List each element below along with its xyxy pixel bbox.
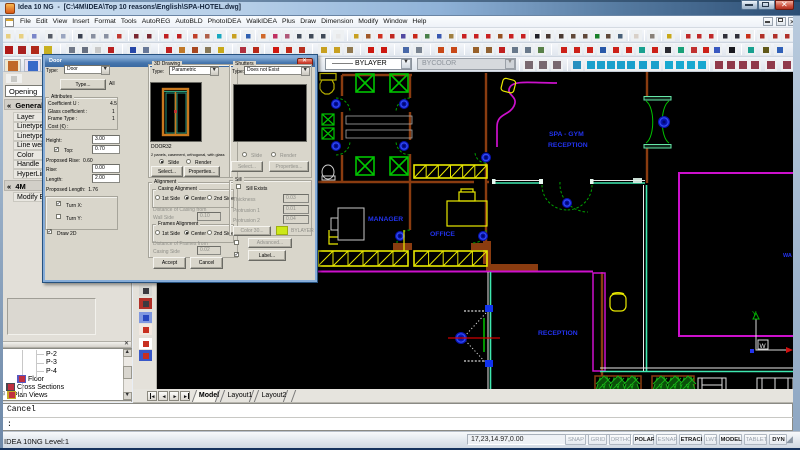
svg-text:SPA - GYM: SPA - GYM (549, 131, 584, 138)
svg-text:RECEPTION: RECEPTION (548, 142, 588, 149)
svg-text:WA: WA (783, 253, 792, 259)
svg-text:W: W (760, 343, 767, 350)
svg-text:MANAGER: MANAGER (368, 216, 403, 223)
svg-text:Y: Y (752, 311, 757, 318)
svg-text:OFFICE: OFFICE (430, 231, 455, 238)
svg-text:RECEPTION: RECEPTION (538, 330, 578, 337)
